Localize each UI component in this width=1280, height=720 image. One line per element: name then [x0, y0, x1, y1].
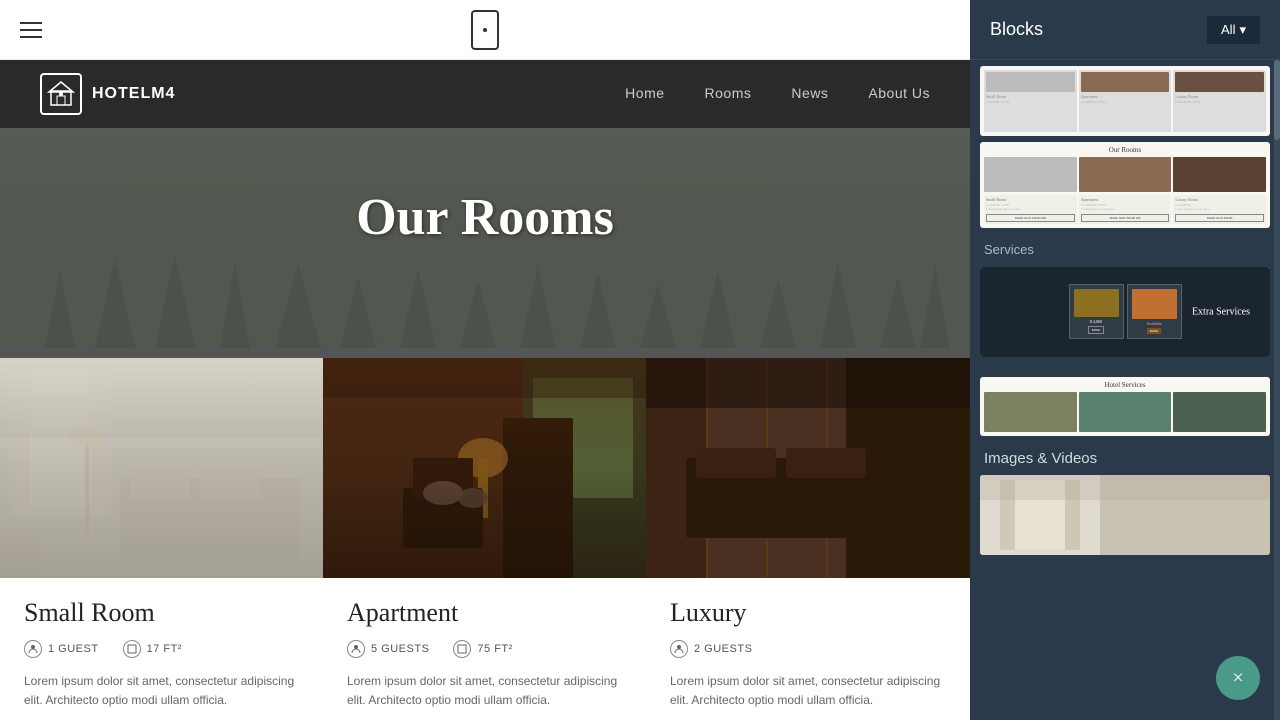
- small-room-size: 17 Ft²: [123, 640, 182, 658]
- navbar: HOTELM4 Home Rooms News About Us: [0, 60, 970, 128]
- services-section-label: Services: [970, 234, 1280, 261]
- small-room-title: Small Room: [24, 598, 299, 628]
- logo-area: HOTELM4: [40, 73, 175, 115]
- room-card-small: Small Room 1 GUEST 17 Ft²: [0, 358, 323, 720]
- mobile-preview-icon[interactable]: [471, 10, 499, 50]
- small-room-meta: 1 GUEST 17 Ft²: [24, 640, 299, 658]
- room-card-apt: Apartment 5 GUESTS 75 Ft²: [323, 358, 646, 720]
- chevron-down-icon: ▾: [1239, 22, 1246, 38]
- apt-content: Apartment 5 GUESTS 75 Ft²: [323, 578, 646, 720]
- blocks-scroll-area[interactable]: Small Room ▪ 1 GUEST ▪ 17 Ft² Apartment …: [970, 60, 1280, 720]
- scroll-thumb[interactable]: [1274, 60, 1280, 140]
- lux-guests-icon: [670, 640, 688, 658]
- top-bar: [0, 0, 970, 60]
- nav-news[interactable]: News: [791, 85, 828, 101]
- close-panel-btn[interactable]: ×: [1216, 656, 1260, 700]
- small-room-content: Small Room 1 GUEST 17 Ft²: [0, 578, 323, 720]
- hero-section: Our Rooms: [0, 128, 970, 720]
- nav-links: Home Rooms News About Us: [625, 85, 930, 103]
- apt-guests-icon: [347, 640, 365, 658]
- luxury-svg: [646, 358, 970, 578]
- apt-size: 75 Ft²: [453, 640, 512, 658]
- brand-name: HOTELM4: [92, 85, 175, 103]
- blocks-header: Blocks All ▾: [970, 0, 1280, 60]
- rooms-grid-thumb[interactable]: Small Room ▪ 1 GUEST ▪ 17 Ft² Apartment …: [980, 66, 1270, 136]
- hotel-logo-icon: [46, 79, 76, 109]
- apt-meta: 5 GUESTS 75 Ft²: [347, 640, 622, 658]
- main-area: HOTELM4 Home Rooms News About Us: [0, 0, 970, 720]
- small-room-image: [0, 358, 323, 578]
- lux-meta: 2 GUESTS: [670, 640, 946, 658]
- logo-box: [40, 73, 82, 115]
- close-icon: ×: [1232, 668, 1243, 688]
- blocks-title: Blocks: [990, 19, 1043, 40]
- lux-content: Luxury 2 GUESTS Lorem ipsum dolor sit am…: [646, 578, 970, 720]
- guests-icon: [24, 640, 42, 658]
- room-card-lux: Luxury 2 GUESTS Lorem ipsum dolor sit am…: [646, 358, 970, 720]
- nav-about[interactable]: About Us: [868, 85, 930, 101]
- room-cards-container: Small Room 1 GUEST 17 Ft²: [0, 358, 970, 720]
- extra-services-label: Extra Services: [1192, 306, 1250, 317]
- small-room-desc: Lorem ipsum dolor sit amet, consectetur …: [24, 672, 299, 710]
- apartment-svg: [323, 358, 646, 578]
- apt-guests: 5 GUESTS: [347, 640, 429, 658]
- hotel-services-thumb[interactable]: Hotel Services: [980, 377, 1270, 436]
- hamburger-menu[interactable]: [20, 22, 42, 38]
- apartment-image: [323, 358, 646, 578]
- lux-guests: 2 GUESTS: [670, 640, 752, 658]
- lux-title: Luxury: [670, 598, 946, 628]
- apt-desc: Lorem ipsum dolor sit amet, consectetur …: [347, 672, 622, 710]
- scroll-track: [1274, 60, 1280, 720]
- hero-title: Our Rooms: [356, 188, 614, 247]
- our-rooms-thumb[interactable]: Our Rooms Small Room ▪ 1 GUEST ▪ 17 Ft² …: [980, 142, 1270, 228]
- images-videos-preview: [980, 475, 1270, 555]
- images-videos-thumb[interactable]: [980, 475, 1270, 555]
- extra-services-thumb[interactable]: $ 4,000 BOOK Available BOOK Extra Servic…: [980, 267, 1270, 357]
- apt-size-icon: [453, 640, 471, 658]
- blocks-panel: Blocks All ▾ Small Room ▪ 1 GUEST ▪ 17 F…: [970, 0, 1280, 720]
- small-room-guests: 1 GUEST: [24, 640, 99, 658]
- nav-rooms[interactable]: Rooms: [705, 85, 752, 101]
- images-videos-label: Images & Videos: [970, 442, 1280, 471]
- nav-home[interactable]: Home: [625, 85, 664, 101]
- small-room-svg: [0, 358, 323, 578]
- all-filter-btn[interactable]: All ▾: [1207, 16, 1260, 44]
- lux-desc: Lorem ipsum dolor sit amet, consectetur …: [670, 672, 946, 710]
- apt-title: Apartment: [347, 598, 622, 628]
- size-icon: [123, 640, 141, 658]
- luxury-image: [646, 358, 970, 578]
